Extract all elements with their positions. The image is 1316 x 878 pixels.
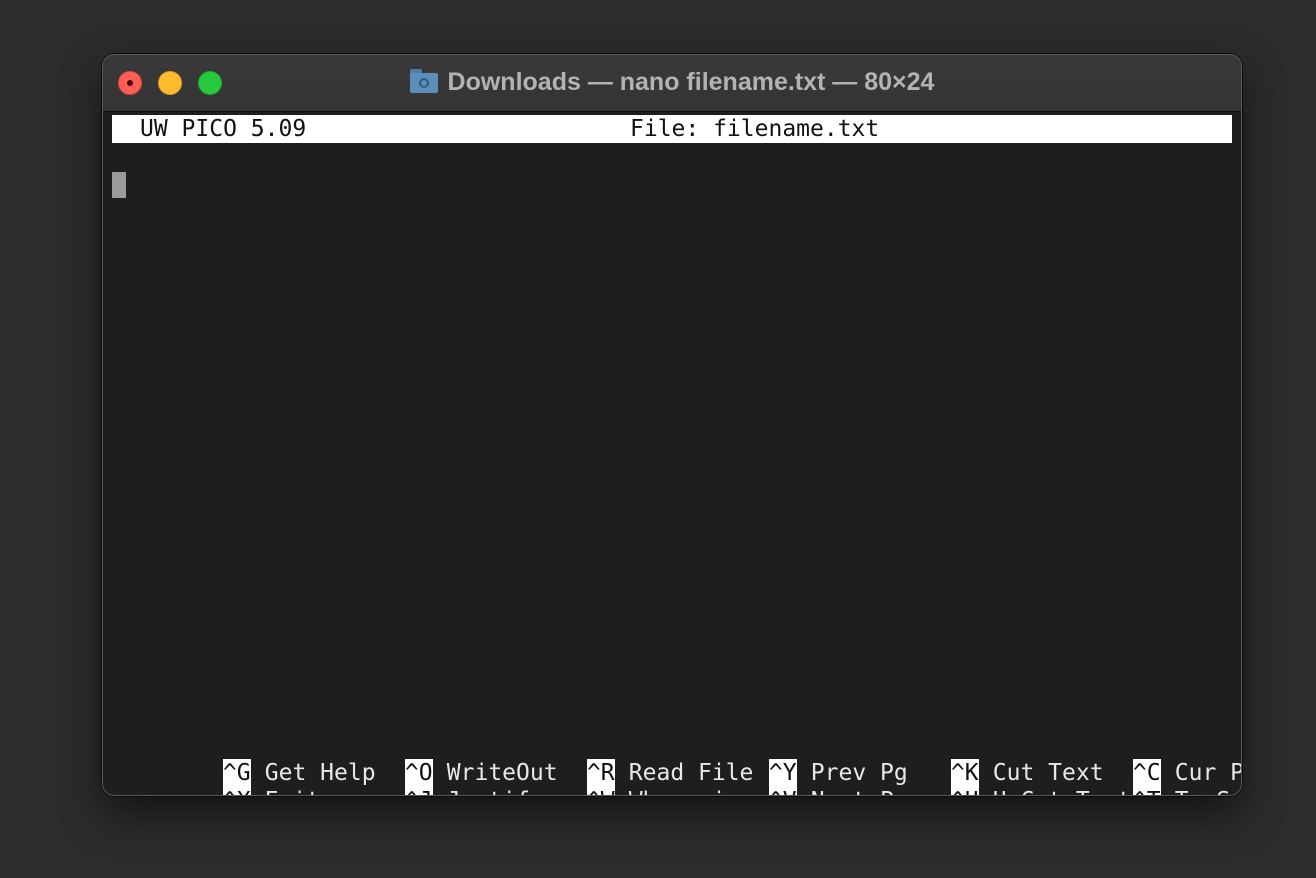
shortcut-key: ^V [768,787,797,795]
title-bar[interactable]: Downloads — nano filename.txt — 80×24 [103,55,1241,112]
editor-header: UW PICO 5.09 File: filename.txt [112,115,1232,143]
folder-icon [409,69,438,93]
shortcut-key: ^W [586,787,615,795]
shortcut-to-spell[interactable]: ^TTo Spell [1022,759,1241,795]
shortcut-key: ^T [1132,787,1161,795]
window-title: Downloads — nano filename.txt — 80×24 [447,68,935,96]
terminal-window: Downloads — nano filename.txt — 80×24 UW… [102,54,1242,796]
shortcut-bar: ^G Get Help ^O WriteOut ^R Read File ^Y Prev… [112,731,1241,795]
shortcut-exit[interactable]: ^XExit [112,759,320,795]
shortcut-key: ^J [404,787,433,795]
shortcut-label: To Spell [1161,787,1241,795]
shortcut-key: ^U [950,787,979,795]
text-cursor [112,172,126,198]
nano-editor[interactable]: UW PICO 5.09 File: filename.txt ^G Get He… [112,115,1241,795]
shortcut-cur-pos[interactable]: ^CCur Pos [1022,731,1241,787]
shortcut-key: ^X [222,787,251,795]
window-title-area: Downloads — nano filename.txt — 80×24 [103,67,1241,97]
editor-version: UW PICO 5.09 [140,116,307,142]
editor-filename: File: filename.txt [630,116,880,142]
